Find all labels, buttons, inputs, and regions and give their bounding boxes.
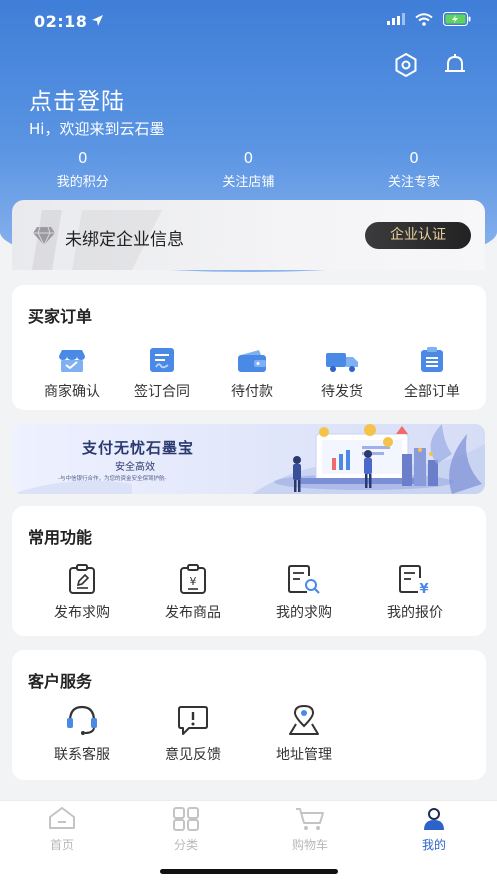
wallet-icon: [238, 350, 266, 372]
company-binding-card: 未绑定企业信息 企业认证: [12, 200, 485, 270]
publish-request-icon: [69, 564, 95, 594]
item-label: 发布求购: [54, 605, 110, 621]
cart-icon: [296, 808, 324, 830]
stat-value: 0: [243, 149, 254, 167]
diamond-icon: [33, 226, 55, 246]
order-pending-shipment[interactable]: 待发货: [306, 343, 378, 401]
location-icon: [289, 704, 319, 735]
customer-service-card: 客户服务 联系客服 意见反馈 地址管理: [12, 650, 486, 780]
stat-label: 关注专家: [387, 175, 440, 190]
service-address[interactable]: 地址管理: [262, 704, 346, 764]
profile-icon: [424, 808, 444, 830]
item-label: 签订合同: [134, 384, 190, 400]
bell-icon[interactable]: [442, 52, 468, 78]
tab-home[interactable]: 首页: [22, 807, 102, 853]
item-label: 待发货: [321, 384, 363, 400]
battery-icon: [443, 12, 471, 26]
item-label: 联系客服: [54, 747, 110, 763]
stat-label: 我的积分: [56, 175, 109, 190]
publish-product-icon: ¥: [180, 564, 206, 594]
location-arrow-icon: [92, 15, 103, 26]
stat-value: 0: [409, 149, 419, 167]
company-certify-button[interactable]: 企业认证: [365, 222, 471, 249]
order-list-icon: [421, 347, 443, 372]
headset-icon: [67, 705, 97, 735]
svg-text:¥: ¥: [190, 575, 197, 588]
category-icon: [173, 807, 199, 831]
section-title: 买家订单: [28, 307, 93, 326]
order-all-orders[interactable]: 全部订单: [396, 343, 468, 401]
payment-promo-banner[interactable]: 支付无忧石墨宝 安全高效 -与中信银行合作，为您的资金安全保驾护航-: [12, 424, 485, 494]
func-publish-product[interactable]: ¥ 发布商品: [151, 564, 235, 622]
stat-label: 关注店铺: [222, 175, 275, 190]
banner-title: 支付无忧石墨宝: [82, 439, 195, 457]
item-label: 我的报价: [387, 605, 443, 621]
func-my-quotes[interactable]: ¥ 我的报价: [373, 564, 457, 622]
login-link[interactable]: 点击登陆: [29, 82, 125, 116]
section-title: 常用功能: [28, 528, 93, 547]
svg-text:¥: ¥: [419, 582, 428, 594]
my-requests-icon: [288, 565, 320, 594]
stat-followed-experts[interactable]: 0 关注专家: [331, 148, 497, 190]
status-time: 02:18: [34, 12, 88, 31]
section-title: 客户服务: [28, 672, 93, 691]
order-sign-contract[interactable]: 签订合同: [126, 343, 198, 401]
tab-label: 我的: [421, 838, 446, 852]
tab-label: 分类: [173, 838, 198, 852]
tab-profile[interactable]: 我的: [394, 807, 474, 853]
stat-value: 0: [78, 149, 88, 167]
item-label: 待付款: [231, 384, 273, 400]
truck-icon: [326, 353, 358, 372]
settings-icon[interactable]: [393, 52, 419, 78]
home-icon: [49, 807, 75, 829]
home-indicator: [160, 869, 338, 874]
item-label: 全部订单: [404, 384, 460, 400]
status-bar: 02:18: [0, 0, 497, 44]
company-status-text: 未绑定企业信息: [65, 230, 184, 250]
banner-illustration: [12, 424, 485, 494]
buyer-orders-card: 买家订单 商家确认 签订合同 待付款 待发货 全部订单: [12, 285, 486, 410]
common-functions-card: 常用功能 发布求购 ¥ 发布商品 我的求购 ¥ 我的报价: [12, 506, 486, 636]
order-pending-payment[interactable]: 待付款: [216, 343, 288, 401]
tab-label: 购物车: [291, 838, 328, 852]
func-publish-request[interactable]: 发布求购: [40, 564, 124, 622]
feedback-icon: [178, 706, 208, 735]
service-contact[interactable]: 联系客服: [40, 705, 124, 764]
signal-icon: [387, 13, 405, 25]
wifi-icon: [415, 12, 433, 26]
service-feedback[interactable]: 意见反馈: [151, 706, 235, 764]
item-label: 意见反馈: [165, 747, 221, 763]
item-label: 我的求购: [276, 605, 332, 621]
stat-points[interactable]: 0 我的积分: [0, 148, 166, 190]
merchant-confirm-icon: [59, 350, 85, 372]
tab-label: 首页: [49, 838, 74, 852]
stat-followed-shops[interactable]: 0 关注店铺: [166, 148, 332, 190]
item-label: 商家确认: [44, 384, 100, 400]
my-quotes-icon: ¥: [399, 565, 429, 594]
contract-icon: [150, 348, 174, 372]
banner-tagline: -与中信银行合作，为您的资金安全保驾护航-: [58, 476, 167, 482]
item-label: 发布商品: [165, 605, 221, 621]
tab-cart[interactable]: 购物车: [270, 807, 350, 853]
func-my-requests[interactable]: 我的求购: [262, 564, 346, 622]
tab-category[interactable]: 分类: [146, 807, 226, 853]
order-merchant-confirm[interactable]: 商家确认: [36, 343, 108, 401]
item-label: 地址管理: [276, 747, 332, 763]
banner-subtitle: 安全高效: [115, 462, 155, 473]
welcome-text: Hi，欢迎来到云石墨: [29, 120, 165, 138]
stats-row: 0 我的积分 0 关注店铺 0 关注专家: [0, 148, 497, 190]
